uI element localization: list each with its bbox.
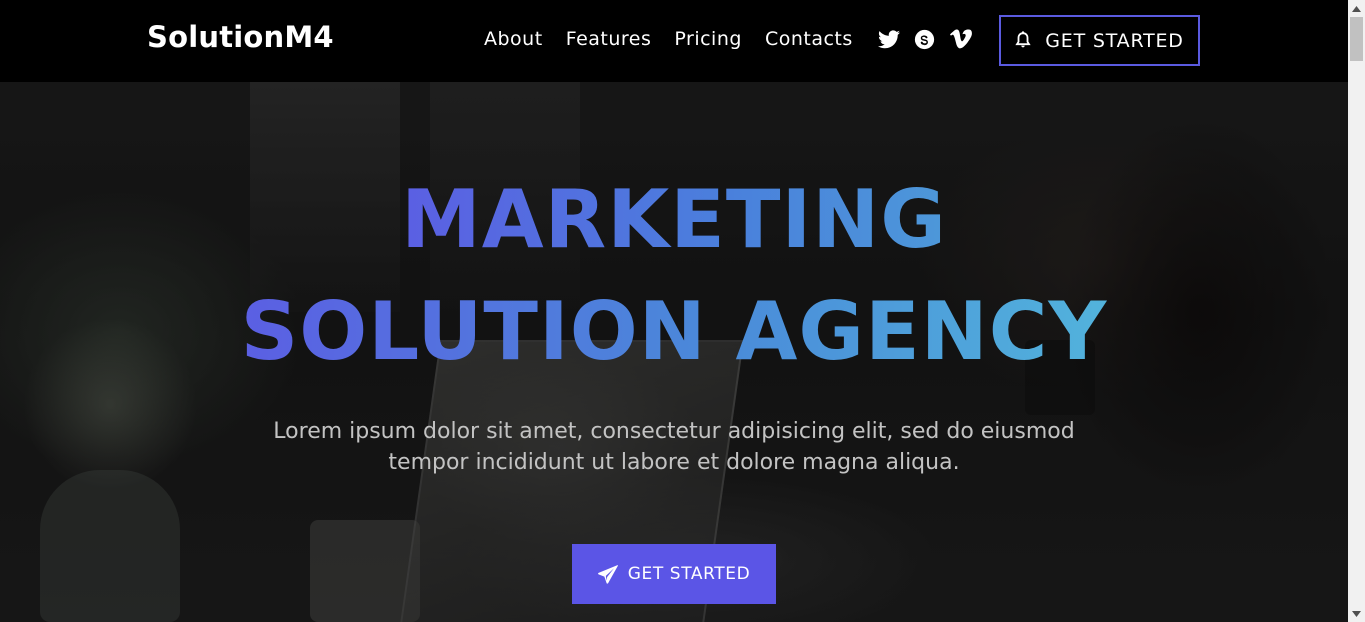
nav-link-features[interactable]: Features [566,28,652,50]
nav-links: About Features Pricing Contacts [484,28,986,50]
nav-link-contacts[interactable]: Contacts [765,28,853,50]
hero-get-started-label: GET STARTED [627,564,751,584]
nav-link-about[interactable]: About [484,28,543,50]
hero-title-line2-text: SOLUTION AGENCY [240,285,1108,378]
hero-subtitle: Lorem ipsum dolor sit amet, consectetur … [273,419,1075,475]
nav-link-pricing[interactable]: Pricing [674,28,742,50]
hero-title-line1-text: MARKETING [401,173,947,266]
navbar: SolutionM4 About Features Pricing Contac… [0,0,1348,82]
twitter-icon[interactable] [877,28,900,50]
hero-title-line1: MARKETING [0,180,1348,260]
brand-logo[interactable]: SolutionM4 [147,20,334,54]
hero-title-line2: SOLUTION AGENCY [0,292,1348,372]
page-scrollbar[interactable] [1348,0,1365,622]
skype-icon[interactable] [914,28,936,50]
paper-plane-icon [597,564,618,584]
hero-get-started-button[interactable]: GET STARTED [572,544,776,604]
scroll-down-arrow-icon[interactable] [1348,605,1365,622]
nav-get-started-label: GET STARTED [1045,29,1184,52]
social-links [877,28,986,50]
bell-icon [1015,31,1031,50]
nav-get-started-button[interactable]: GET STARTED [999,15,1200,66]
scroll-up-arrow-icon[interactable] [1348,0,1365,17]
vimeo-icon[interactable] [949,28,972,50]
page: SolutionM4 About Features Pricing Contac… [0,0,1365,622]
scrollbar-thumb[interactable] [1350,17,1363,61]
